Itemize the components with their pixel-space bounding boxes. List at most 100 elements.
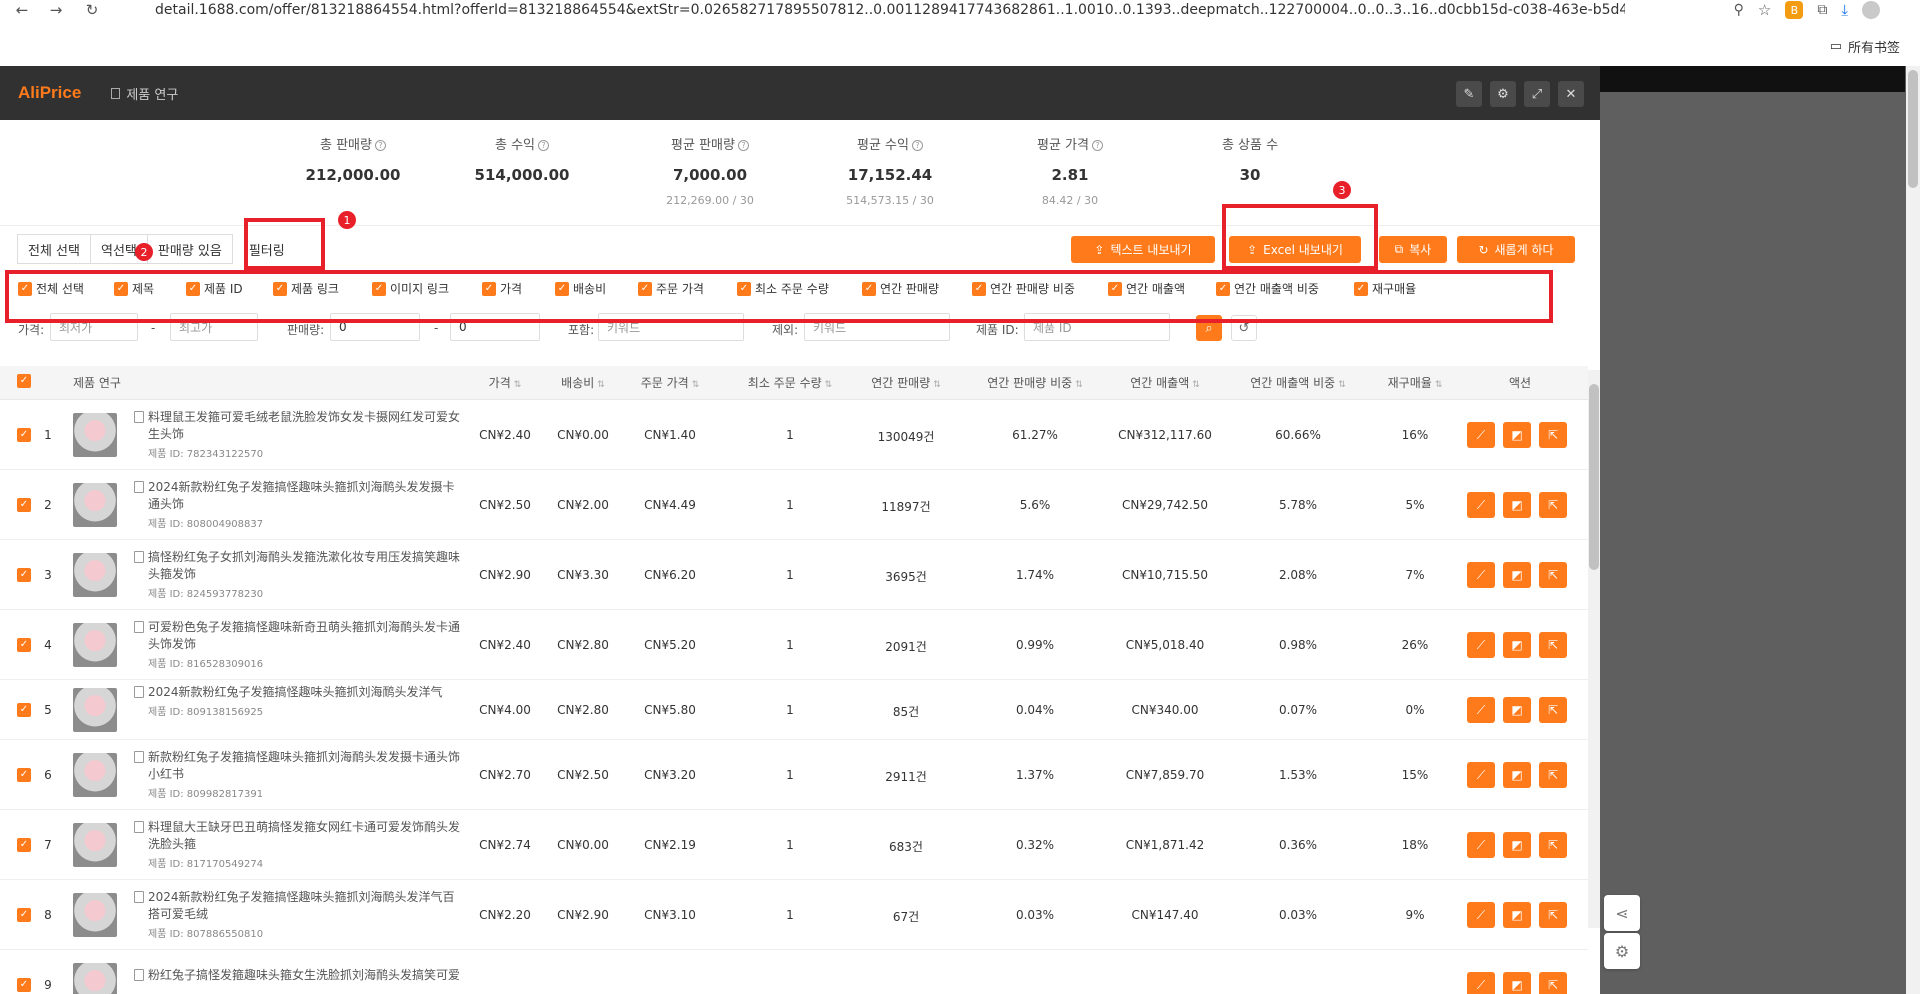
row-checkbox[interactable]: ✓ xyxy=(17,498,31,512)
has-sales-button[interactable]: 판매량 있음 xyxy=(146,234,233,264)
profile-avatar[interactable] xyxy=(1862,1,1880,19)
image-search-icon[interactable]: ◩ xyxy=(1503,762,1531,788)
copy-title-icon[interactable] xyxy=(134,481,144,493)
product-thumbnail[interactable] xyxy=(73,963,117,994)
product-title[interactable]: 可爱粉色兔子发箍搞怪趣味新奇丑萌头箍抓刘海鸸头发卡通头饰发饰 xyxy=(148,619,464,653)
copy-title-icon[interactable] xyxy=(134,891,144,903)
chart-icon[interactable]: ⟋ xyxy=(1467,902,1495,928)
row-checkbox[interactable]: ✓ xyxy=(17,908,31,922)
help-icon[interactable]: ? xyxy=(538,140,549,151)
table-scrollbar-thumb[interactable] xyxy=(1589,384,1599,570)
product-thumbnail[interactable] xyxy=(73,623,117,667)
product-thumbnail[interactable] xyxy=(73,753,117,797)
open-link-icon[interactable]: ⇱ xyxy=(1539,492,1567,518)
chart-icon[interactable]: ⟋ xyxy=(1467,562,1495,588)
row-checkbox[interactable]: ✓ xyxy=(17,838,31,852)
sort-icon[interactable]: ⇅ xyxy=(1435,380,1443,390)
open-link-icon[interactable]: ⇱ xyxy=(1539,832,1567,858)
help-icon[interactable]: ? xyxy=(1091,140,1103,151)
bookmark-star-icon[interactable]: ☆ xyxy=(1758,1,1771,19)
image-search-icon[interactable]: ◩ xyxy=(1503,632,1531,658)
chart-icon[interactable]: ⟋ xyxy=(1467,972,1495,994)
product-title[interactable]: 2024新款粉红兔子发箍搞怪趣味头箍抓刘海鸸头发发摄卡通头饰 xyxy=(148,479,464,513)
forward-icon[interactable]: → xyxy=(42,0,70,20)
open-link-icon[interactable]: ⇱ xyxy=(1539,697,1567,723)
copy-title-icon[interactable] xyxy=(134,621,144,633)
chart-icon[interactable]: ⟋ xyxy=(1467,697,1495,723)
header-revenue-share[interactable]: 연간 매출액 비중 ⇅ xyxy=(1233,366,1363,400)
image-search-icon[interactable]: ◩ xyxy=(1503,562,1531,588)
image-search-icon[interactable]: ◩ xyxy=(1503,972,1531,994)
open-link-icon[interactable]: ⇱ xyxy=(1539,632,1567,658)
row-checkbox[interactable]: ✓ xyxy=(17,428,31,442)
open-link-icon[interactable]: ⇱ xyxy=(1539,422,1567,448)
page-scrollbar[interactable] xyxy=(1906,66,1920,994)
copy-title-icon[interactable] xyxy=(134,821,144,833)
product-title[interactable]: 2024新款粉红兔子发箍搞怪趣味头箍抓刘海鸸头发洋气 xyxy=(148,684,464,701)
header-shipping[interactable]: 배송비 ⇅ xyxy=(553,366,613,400)
sort-icon[interactable]: ⇅ xyxy=(597,380,605,390)
sort-icon[interactable]: ⇅ xyxy=(1338,380,1346,390)
sort-icon[interactable]: ⇅ xyxy=(514,380,522,390)
header-sales-share[interactable]: 연간 판매량 비중 ⇅ xyxy=(970,366,1100,400)
product-thumbnail[interactable] xyxy=(73,893,117,937)
sort-icon[interactable]: ⇅ xyxy=(692,380,700,390)
address-bar[interactable]: detail.1688.com/offer/813218864554.html?… xyxy=(155,0,1625,20)
reload-icon[interactable]: ↻ xyxy=(78,0,106,20)
select-all-button[interactable]: 전체 선택 xyxy=(17,234,91,264)
header-price[interactable]: 가격 ⇅ xyxy=(475,366,535,400)
copy-title-icon[interactable] xyxy=(134,551,144,563)
copy-button[interactable]: ⧉ 복사 xyxy=(1379,236,1447,263)
open-link-icon[interactable]: ⇱ xyxy=(1539,562,1567,588)
row-checkbox[interactable]: ✓ xyxy=(17,768,31,782)
header-annual-sales[interactable]: 연간 판매량 ⇅ xyxy=(856,366,956,400)
back-icon[interactable]: ← xyxy=(8,0,36,20)
image-search-icon[interactable]: ◩ xyxy=(1503,832,1531,858)
fullscreen-icon[interactable]: ⤢ xyxy=(1524,81,1550,107)
header-annual-revenue[interactable]: 연간 매출액 ⇅ xyxy=(1110,366,1220,400)
close-icon[interactable]: ✕ xyxy=(1558,81,1584,107)
copy-title-icon[interactable] xyxy=(134,686,144,698)
product-title[interactable]: 搞怪粉红兔子女抓刘海鸸头发箍洗漱化妆专用压发搞笑趣味头箍发饰 xyxy=(148,549,464,583)
row-checkbox[interactable]: ✓ xyxy=(17,978,31,992)
chart-icon[interactable]: ⟋ xyxy=(1467,422,1495,448)
image-search-icon[interactable]: ◩ xyxy=(1503,902,1531,928)
settings-float-icon[interactable]: ⚙ xyxy=(1604,933,1640,969)
product-thumbnail[interactable] xyxy=(73,688,117,732)
image-search-icon[interactable]: ◩ xyxy=(1503,492,1531,518)
product-title[interactable]: 料理鼠大王缺牙巴丑萌搞怪发箍女网红卡通可爱发饰鸸头发洗脸头箍 xyxy=(148,819,464,853)
page-scrollbar-thumb[interactable] xyxy=(1908,70,1918,188)
header-moq[interactable]: 최소 주문 수량 ⇅ xyxy=(725,366,855,400)
puzzle-icon[interactable]: ⧉ xyxy=(1817,2,1827,18)
copy-title-icon[interactable] xyxy=(134,969,144,981)
image-search-icon[interactable]: ◩ xyxy=(1503,697,1531,723)
sort-icon[interactable]: ⇅ xyxy=(1192,380,1200,390)
header-order-price[interactable]: 주문 가격 ⇅ xyxy=(630,366,710,400)
extension-icon[interactable]: B xyxy=(1785,1,1804,19)
product-title[interactable]: 新款粉红兔子发箍搞怪趣味头箍抓刘海鸸头发发摄卡通头饰小红书 xyxy=(148,749,464,783)
help-icon[interactable]: ? xyxy=(374,140,386,151)
product-thumbnail[interactable] xyxy=(73,553,117,597)
image-search-icon[interactable]: ◩ xyxy=(1503,422,1531,448)
product-thumbnail[interactable] xyxy=(73,483,117,527)
row-checkbox[interactable]: ✓ xyxy=(17,568,31,582)
all-bookmarks[interactable]: ▭ 所有书签 xyxy=(1830,36,1900,56)
help-icon[interactable]: ? xyxy=(911,140,923,151)
row-checkbox[interactable]: ✓ xyxy=(17,703,31,717)
share-icon[interactable]: ⋖ xyxy=(1604,895,1640,931)
download-icon[interactable]: ⤓ xyxy=(1841,1,1848,19)
open-link-icon[interactable]: ⇱ xyxy=(1539,972,1567,994)
sort-icon[interactable]: ⇅ xyxy=(825,380,833,390)
help-icon[interactable]: ? xyxy=(737,140,749,151)
edit-icon[interactable]: ✎ xyxy=(1456,81,1482,107)
chart-icon[interactable]: ⟋ xyxy=(1467,762,1495,788)
sort-icon[interactable]: ⇅ xyxy=(1075,380,1083,390)
chart-icon[interactable]: ⟋ xyxy=(1467,632,1495,658)
gear-icon[interactable]: ⚙ xyxy=(1490,81,1516,107)
copy-title-icon[interactable] xyxy=(134,751,144,763)
chart-icon[interactable]: ⟋ xyxy=(1467,492,1495,518)
export-text-button[interactable]: ⇪ 텍스트 내보내기 xyxy=(1071,236,1215,263)
header-repurchase[interactable]: 재구매율 ⇅ xyxy=(1370,366,1460,400)
product-thumbnail[interactable] xyxy=(73,413,117,457)
sort-icon[interactable]: ⇅ xyxy=(933,380,941,390)
